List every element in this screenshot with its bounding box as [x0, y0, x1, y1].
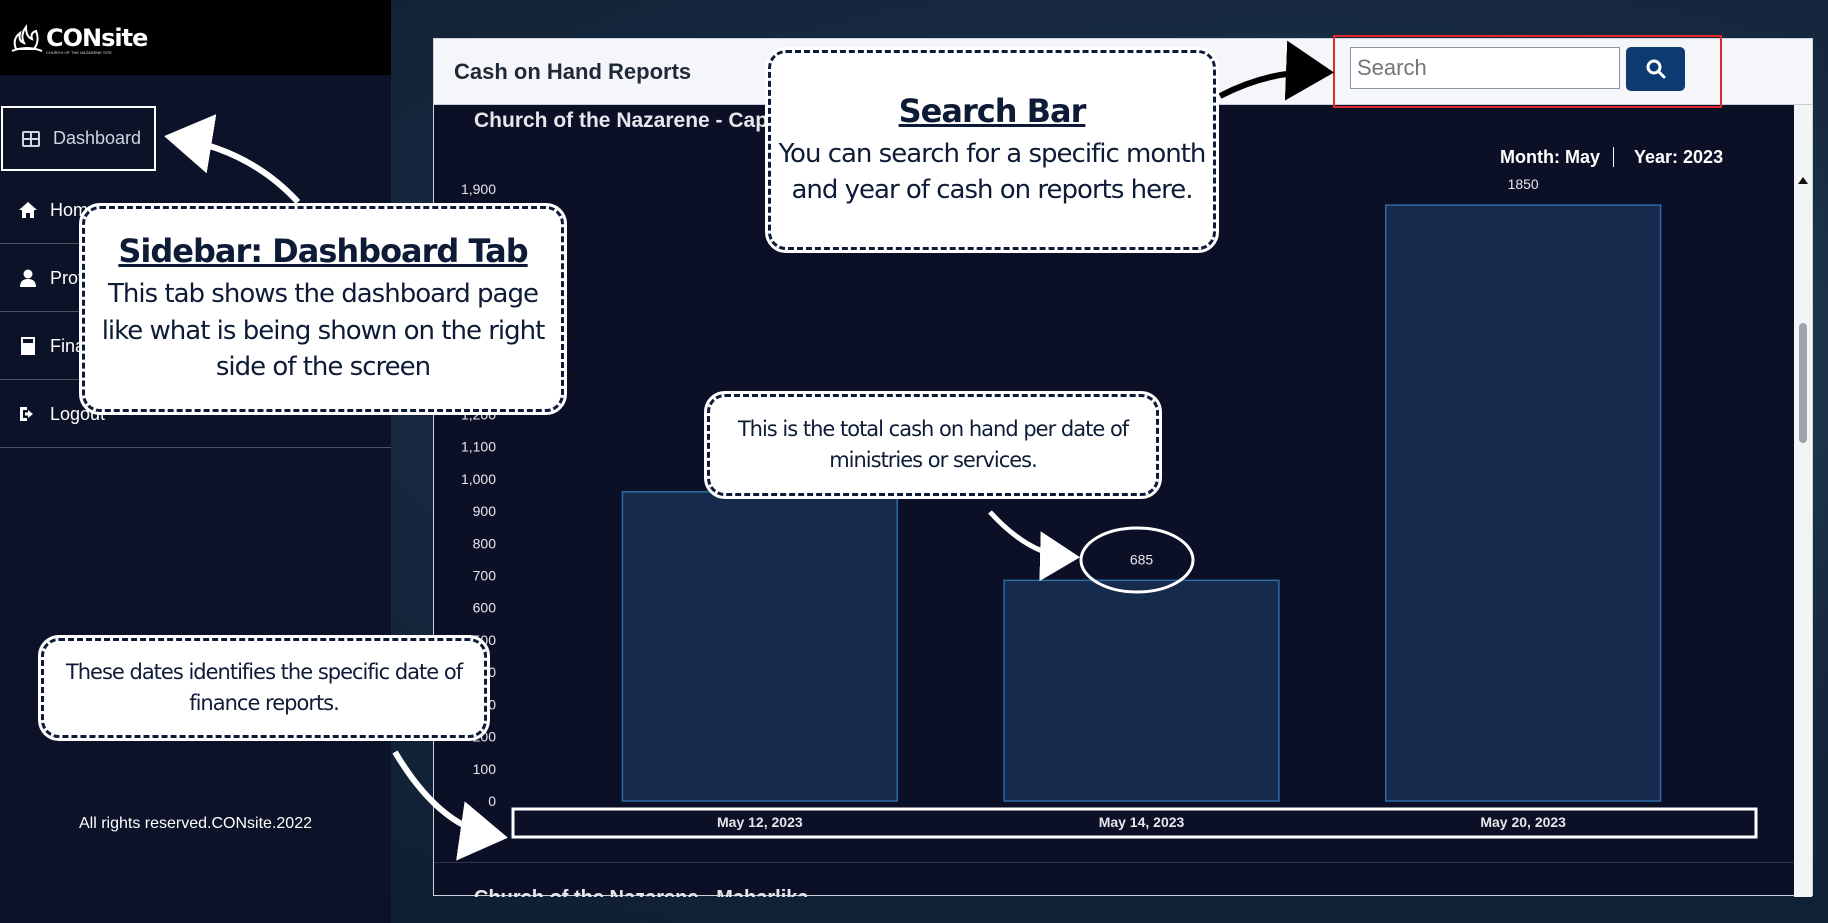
home-icon: [19, 202, 37, 218]
callout-body: These dates identifies the specific date…: [65, 659, 463, 716]
sidebar: CONsite CHURCH OF THE NAZARENE SITE Dash…: [0, 0, 391, 923]
x-tick-label: May 14, 2023: [1099, 814, 1185, 830]
month-year-divider: [1613, 147, 1614, 167]
vertical-scrollbar[interactable]: [1794, 105, 1812, 897]
y-tick-label: 1,900: [461, 181, 496, 197]
flame-logo-icon: [11, 23, 43, 52]
month-label: Month: May: [1500, 147, 1600, 167]
y-tick-label: 1,000: [461, 471, 496, 487]
bar-value-label: 685: [1130, 551, 1154, 567]
scroll-up-arrow-icon[interactable]: [1798, 177, 1808, 184]
user-icon: [20, 269, 36, 287]
y-tick-label: 900: [473, 503, 497, 519]
next-chart-title: Church of the Nazarene - Maharlika: [474, 887, 809, 897]
chart-bar: [1385, 204, 1662, 802]
calculator-icon: [21, 337, 35, 355]
y-tick-label: 100: [473, 761, 497, 777]
copyright-footer: All rights reserved.CONsite.2022: [79, 815, 312, 832]
search-bar-callout: Search Bar You can search for a specific…: [765, 47, 1219, 253]
x-tick-label: May 12, 2023: [717, 814, 803, 830]
brand-logo[interactable]: CONsite CHURCH OF THE NAZARENE SITE: [10, 21, 148, 55]
chart-bar: [1003, 579, 1280, 802]
dashboard-icon: [22, 130, 40, 147]
y-tick-label: 600: [473, 600, 497, 616]
chart-bar: [621, 491, 898, 802]
y-tick-label: 1,100: [461, 439, 496, 455]
sidebar-item-label: Dashboard: [53, 128, 142, 148]
bar-value-label: 1850: [1508, 176, 1539, 192]
callout-body: This is the total cash on hand per date …: [737, 416, 1129, 473]
logo-bar: CONsite CHURCH OF THE NAZARENE SITE: [0, 0, 391, 75]
sidebar-item-dashboard[interactable]: Dashboard: [1, 106, 156, 171]
scrollbar-thumb[interactable]: [1799, 323, 1807, 443]
y-tick-label: 0: [488, 793, 496, 809]
logout-icon: [20, 407, 33, 421]
dates-callout: These dates identifies the specific date…: [38, 635, 490, 741]
callout-body: You can search for a specific month and …: [778, 138, 1207, 205]
y-tick-label: 800: [473, 535, 497, 551]
year-label: Year: 2023: [1634, 147, 1724, 167]
chart-title: Church of the Nazarene - Capipisa: [474, 109, 816, 132]
callout-body: This tab shows the dashboard page like w…: [101, 279, 546, 383]
x-tick-label: May 20, 2023: [1480, 814, 1566, 830]
chart-divider: [434, 862, 1796, 863]
brand-name: CONsite: [46, 23, 148, 52]
sidebar-tab-callout: Sidebar: Dashboard Tab This tab shows th…: [79, 203, 567, 415]
total-cash-callout: This is the total cash on hand per date …: [704, 391, 1162, 499]
callout-title: Sidebar: Dashboard Tab: [118, 232, 528, 271]
callout-title: Search Bar: [898, 91, 1087, 130]
y-tick-label: 700: [473, 568, 497, 584]
